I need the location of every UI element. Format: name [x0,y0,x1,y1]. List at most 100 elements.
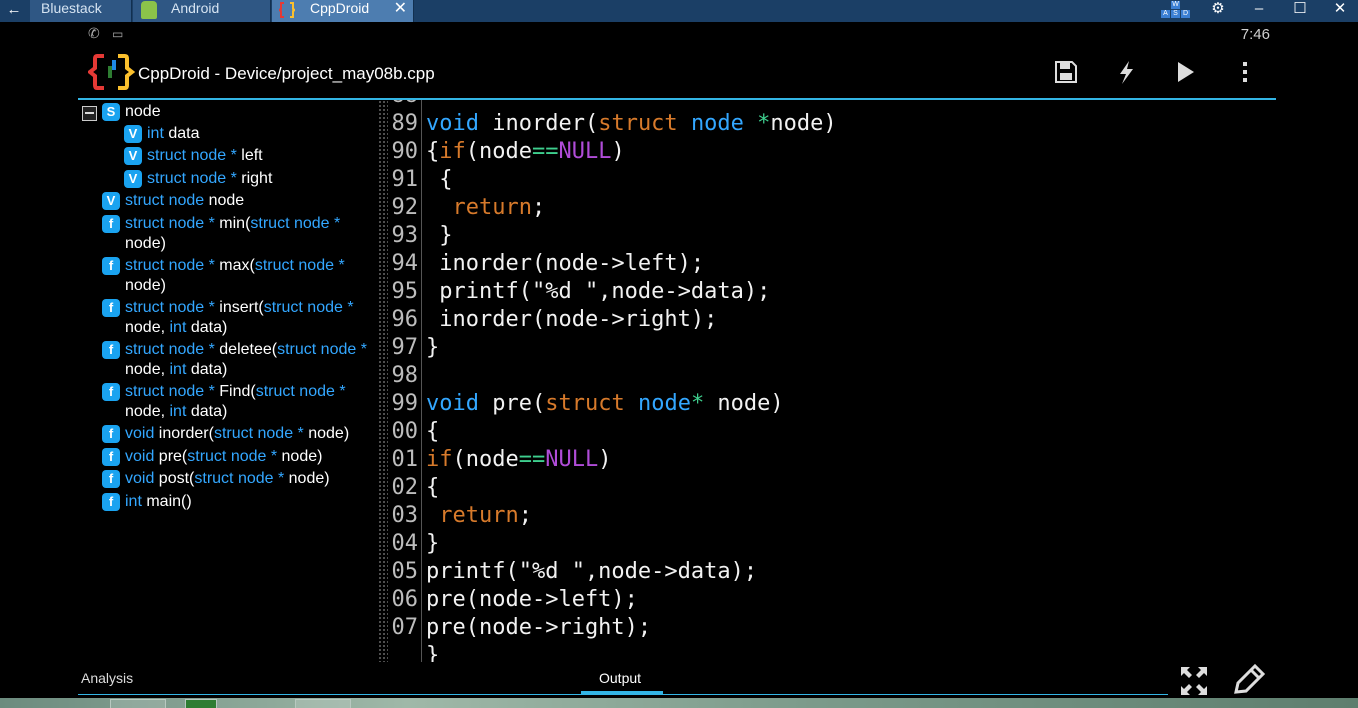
code-editor[interactable]: 8889void inorder(struct node *node)90{if… [388,100,1276,662]
back-arrow-icon[interactable]: ← [6,0,22,22]
run-icon[interactable] [1170,58,1200,86]
symbol-kind-badge: f [102,299,120,317]
taskbar-item[interactable] [295,699,351,708]
symbol-kind-badge: S [102,103,120,121]
fullscreen-icon[interactable] [1178,664,1210,698]
symbol-kind-badge: V [102,192,120,210]
android-status-bar: ✆ ▭ 7:46 [78,22,1276,46]
save-icon[interactable] [1051,58,1081,86]
line-number: 99 [391,391,419,416]
line-number: 00 [391,419,419,444]
tab-cppdroid[interactable]: CppDroid ✕ [272,0,414,22]
code-text: printf("%d ",node->data); [426,559,758,584]
line-number: 02 [391,475,419,500]
build-icon[interactable] [1111,58,1141,86]
symbol-kind-badge: f [102,341,120,359]
line-number: 05 [391,559,419,584]
gear-icon[interactable]: ⚙ [1206,0,1230,20]
outline-item-label: void pre(struct node * node) [125,448,323,465]
edit-icon[interactable] [1228,662,1268,698]
line-number: 96 [391,307,419,332]
windows-taskbar [0,698,1358,708]
line-number: 98 [391,363,419,388]
line-number: 97 [391,335,419,360]
outline-item-label: void post(struct node * node) [125,470,330,487]
tab-bluestack[interactable]: Bluestack [30,0,132,22]
outline-panel: Snode Vint data Vstruct node * left Vstruct… [78,100,378,660]
tab-label: CppDroid [310,0,370,16]
close-icon[interactable]: ✕ [1328,0,1352,20]
taskbar-item[interactable] [185,699,217,708]
outline-item-label: struct node * min(struct node * node) [125,215,341,252]
outline-item-label: struct node * insert(struct node * node,… [125,299,354,336]
code-text: { [426,475,440,500]
outline-item-label: struct node * Find(struct node * node, i… [125,383,346,420]
tab-android[interactable]: Android [133,0,271,22]
minimize-icon[interactable]: – [1247,0,1271,20]
symbol-kind-badge: V [124,147,142,165]
symbol-kind-badge: f [102,257,120,275]
active-tab-indicator [581,691,663,695]
line-number: 92 [391,195,419,220]
symbol-kind-badge: f [102,493,120,511]
tab-label: Android [171,0,220,16]
key-d: D [1181,10,1190,18]
symbol-kind-badge: f [102,383,120,401]
collapse-toggle-icon[interactable] [82,106,97,121]
code-text: inorder(node->left); [426,251,705,276]
symbol-kind-badge: f [102,425,120,443]
line-number: 07 [391,615,419,640]
gutter-divider [421,100,422,662]
status-time: 7:46 [1240,26,1270,43]
code-text: if(node==NULL) [426,447,612,472]
code-text: { [426,167,453,192]
cppdroid-logo-icon [88,54,136,90]
code-text: pre(node->left); [426,587,638,612]
key-a: A [1161,10,1170,18]
cppdroid-icon [279,2,295,18]
outline-item-label: node [125,103,161,120]
tab-label: Bluestack [41,0,102,16]
key-s: S [1171,10,1180,18]
bottom-tab-bar: Analysis Output [78,662,1276,698]
line-number: 93 [391,223,419,248]
code-text: void pre(struct node* node) [426,391,784,416]
line-number: 94 [391,251,419,276]
code-text: {if(node==NULL) [426,139,625,164]
code-text: printf("%d ",node->data); [426,279,771,304]
symbol-kind-badge: f [102,470,120,488]
code-text: } [426,643,440,662]
code-text: { [426,419,440,444]
symbol-kind-badge: V [124,125,142,143]
line-number: 91 [391,167,419,192]
line-number: 95 [391,279,419,304]
keyboard-status-icon: ▭ [112,27,124,41]
keyboard-icon[interactable]: W A S D [1159,1,1193,19]
tab-output[interactable]: Output [599,670,641,686]
whatsapp-icon: ✆ [88,25,100,41]
symbol-kind-badge: V [124,170,142,188]
maximize-icon[interactable]: ☐ [1288,0,1312,20]
code-text: return; [452,195,546,220]
outline-item-label: int main() [125,493,192,510]
line-number: 89 [391,111,419,136]
line-number: 90 [391,139,419,164]
code-text: void inorder(struct node *node) [426,111,837,136]
outline-item-label: struct node * left [147,147,263,164]
outline-item-label: struct node node [125,192,245,209]
page-title: CppDroid - Device/project_may08b.cpp [138,64,435,83]
line-number: 04 [391,531,419,556]
taskbar-item[interactable] [110,699,166,708]
code-text: } [426,531,440,556]
code-text: } [426,223,453,248]
outline-item-label: void inorder(struct node * node) [125,425,350,442]
editor-gutter [378,100,388,662]
close-tab-icon[interactable]: ✕ [394,0,407,18]
outline-item-label: struct node * max(struct node * node) [125,257,345,294]
tab-analysis[interactable]: Analysis [81,670,133,686]
code-text: return; [439,503,532,528]
overflow-menu-icon[interactable] [1230,58,1260,86]
outline-item-label: int data [147,125,200,142]
symbol-kind-badge: f [102,215,120,233]
key-w: W [1171,1,1180,9]
